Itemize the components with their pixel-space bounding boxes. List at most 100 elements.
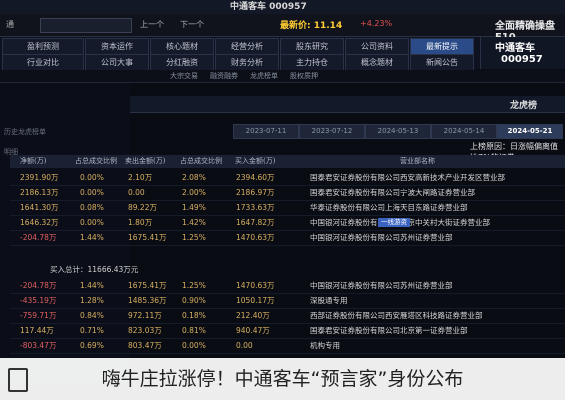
- table-row[interactable]: 1641.30万 0.08% 89.22万 1.49% 1733.63万 华泰证券股份有限…: [10, 200, 565, 216]
- col-buy-pct: 占总成交比例: [180, 157, 222, 165]
- subtab-dragon-tiger[interactable]: 龙虎榜单: [250, 70, 278, 82]
- cell-buy: 1050.17万: [236, 296, 275, 305]
- cell-buy: 940.47万: [236, 326, 270, 335]
- cell-name: 中国银河证券股份有限公司苏州证券营业部: [310, 281, 453, 290]
- subtab-pledge[interactable]: 股权质押: [290, 70, 318, 82]
- cell-name: 国泰君安证券股份有限公司北京第一证券营业部: [310, 326, 468, 335]
- cell-sell-pct: 1.44%: [80, 281, 104, 290]
- nav-finance[interactable]: 财务分析: [215, 54, 279, 71]
- cell-sell: 1675.41万: [128, 233, 167, 242]
- table-row[interactable]: 1646.32万0.00%1.80万1.42%1647.82万中国银河证券股份有…: [10, 215, 565, 231]
- nav-label: 主力持仓: [296, 58, 328, 67]
- nav-concept[interactable]: 概念题材: [345, 54, 409, 71]
- date-tab-4[interactable]: 2023-07-12: [299, 124, 365, 139]
- nav-latest[interactable]: 最新提示: [410, 38, 474, 55]
- cell-buy: 2186.97万: [236, 188, 275, 197]
- cell-sell: 972.11万: [128, 311, 162, 320]
- cell-name: 机构专用: [310, 341, 340, 350]
- date-tabs: 2024-05-21 2024-05-14 2024-05-13 2023-07…: [165, 124, 565, 139]
- document-icon: [8, 368, 28, 392]
- date-tab-2[interactable]: 2024-05-14: [431, 124, 497, 139]
- cell-sell-pct: 0.00%: [80, 218, 104, 227]
- nav-core-theme[interactable]: 核心题材: [150, 38, 214, 55]
- cell-sell: 1675.41万: [128, 281, 167, 290]
- cell-buy-pct: 1.42%: [182, 218, 206, 227]
- nav-operations[interactable]: 经营分析: [215, 38, 279, 55]
- cell-buy: 212.40万: [236, 311, 270, 320]
- cell-buy-pct: 1.25%: [182, 281, 206, 290]
- stock-card: 中通客车 000957: [480, 37, 565, 69]
- col-buy: 买入金额(万): [235, 157, 276, 165]
- window-titlebar: 中通客车 000957: [0, 0, 565, 14]
- table-row[interactable]: -759.71万 0.84% 972.11万 0.18% 212.40万 西部证券股份有限…: [10, 308, 565, 324]
- nav-news[interactable]: 新闻公告: [410, 54, 474, 71]
- change-pct: +4.23%: [360, 19, 393, 28]
- table-row[interactable]: 2391.90万 0.00% 2.10万 2.08% 2394.60万 国泰君安证券股份有…: [10, 170, 565, 186]
- date-tab-3[interactable]: 2024-05-13: [365, 124, 431, 139]
- nav-company[interactable]: 公司资料: [345, 38, 409, 55]
- cell-sell: 1.80万: [128, 218, 153, 227]
- cell-buy: 1733.63万: [236, 203, 275, 212]
- nav-label: 分红融资: [166, 58, 198, 67]
- table-row[interactable]: -204.78万 1.44% 1675.41万 1.25% 1470.63万 中国银河证券…: [10, 230, 565, 246]
- nav-forecast[interactable]: 盈利预测: [2, 38, 84, 55]
- cell-buy-pct: 0.81%: [182, 326, 206, 335]
- cell-net: -759.71万: [20, 311, 57, 320]
- subtab-margin[interactable]: 融资融券: [210, 70, 238, 82]
- cell-buy-pct: 2.08%: [182, 173, 206, 182]
- nav-label: 股东研究: [296, 42, 328, 51]
- cell-net: 1641.30万: [20, 203, 59, 212]
- cell-buy-pct: 2.00%: [182, 188, 206, 197]
- tag-badge[interactable]: 一线游资: [378, 218, 410, 227]
- nav-label: 公司资料: [361, 42, 393, 51]
- nav-industry[interactable]: 行业对比: [2, 54, 84, 71]
- nav-shareholders[interactable]: 股东研究: [280, 38, 344, 55]
- cell-sell: 803.47万: [128, 341, 162, 350]
- caption-banner: 嗨牛庄拉涨停！中通客车“预言家”身份公布: [0, 358, 565, 400]
- col-net: 净额(万): [20, 157, 47, 165]
- down-button[interactable]: 下一个: [180, 19, 204, 30]
- section-title-strip: 龙虎榜: [130, 96, 565, 113]
- cell-buy: 0.00: [236, 341, 253, 350]
- cell-sell-pct: 0.08%: [80, 203, 104, 212]
- subtab-block-trade[interactable]: 大宗交易: [170, 70, 198, 82]
- cell-buy-pct: 1.49%: [182, 203, 206, 212]
- cell-sell: 1485.36万: [128, 296, 167, 305]
- cell-net: -204.78万: [20, 281, 57, 290]
- cell-sell: 2.10万: [128, 173, 153, 182]
- nav-label: 行业对比: [27, 58, 59, 67]
- cell-name: 国泰君安证券股份有限公司西安高新技术产业开发区营业部: [310, 173, 505, 182]
- cell-buy-pct: 0.18%: [182, 311, 206, 320]
- table-row[interactable]: -435.19万 1.28% 1485.36万 0.90% 1050.17万 深股通专用: [10, 293, 565, 309]
- nav-label: 盈利预测: [27, 42, 59, 51]
- listing-reason: 上榜原因：日涨幅偏离值达7%的证券: [10, 141, 565, 162]
- cell-sell-pct: 0.00%: [80, 173, 104, 182]
- cell-net: 2186.13万: [20, 188, 59, 197]
- cell-sell: 823.03万: [128, 326, 162, 335]
- col-sell-pct: 占总成交比例: [75, 157, 117, 165]
- cell-sell: 0.00: [128, 188, 145, 197]
- table-row[interactable]: 117.44万 0.71% 823.03万 0.81% 940.47万 国泰君安证券股份有…: [10, 323, 565, 339]
- table-row[interactable]: -803.47万 0.69% 803.47万 0.00% 0.00 机构专用: [10, 338, 565, 354]
- nav-events[interactable]: 公司大事: [85, 54, 149, 71]
- cell-sell-pct: 0.00%: [80, 188, 104, 197]
- caption-text: 嗨牛庄拉涨停！中通客车“预言家”身份公布: [101, 368, 464, 390]
- table-row[interactable]: -204.78万 1.44% 1675.41万 1.25% 1470.63万 中国银河证券…: [10, 278, 565, 294]
- cell-name: 国泰君安证券股份有限公司宁波大闸路证券营业部: [310, 188, 475, 197]
- top-toolbar: 通 上一个 下一个 最新价: 11.14 +4.23% 全面精确操盘 F10: [0, 14, 565, 43]
- table-header: 净额(万) 占总成交比例 卖出金额(万) 占总成交比例 买入金额(万) 营业部名…: [10, 155, 565, 168]
- nav-dividend[interactable]: 分红融资: [150, 54, 214, 71]
- nav-holdings[interactable]: 主力持仓: [280, 54, 344, 71]
- nav-label: 核心题材: [166, 42, 198, 51]
- up-button[interactable]: 上一个: [140, 19, 164, 30]
- date-tab-1[interactable]: 2024-05-21: [497, 124, 563, 139]
- cell-buy: 1470.63万: [236, 233, 275, 242]
- table-row[interactable]: 2186.13万 0.00% 0.00 2.00% 2186.97万 国泰君安证券股份有限…: [10, 185, 565, 201]
- nav-label: 经营分析: [231, 42, 263, 51]
- history-label: 历史龙虎榜单: [4, 128, 46, 136]
- cell-sell-pct: 0.84%: [80, 311, 104, 320]
- date-tab-5[interactable]: 2023-07-11: [233, 124, 299, 139]
- search-input[interactable]: [40, 18, 132, 33]
- nav-label: 公司大事: [101, 58, 133, 67]
- nav-capital[interactable]: 资本运作: [85, 38, 149, 55]
